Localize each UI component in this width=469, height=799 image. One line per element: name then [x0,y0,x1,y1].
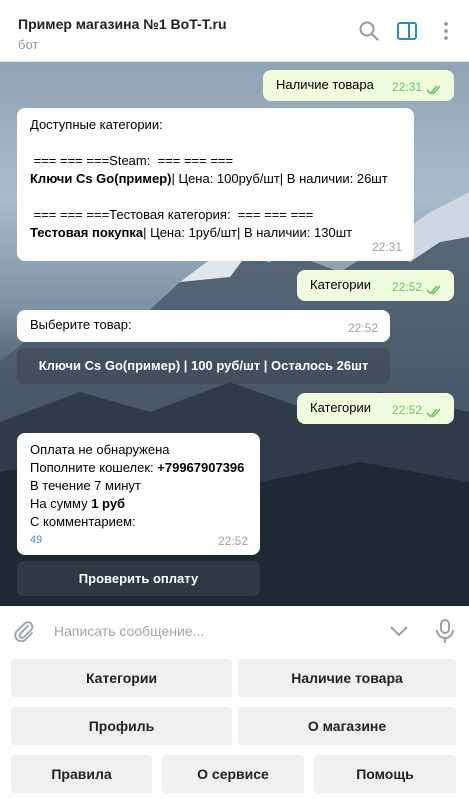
message-outgoing[interactable]: Наличие товара 22:31 [263,70,454,101]
keyboard-button-profile[interactable]: Профиль [11,707,232,745]
chat-history[interactable]: Наличие товара 22:31 Доступные категории… [0,62,469,606]
message-text: Наличие товара [276,77,374,92]
product-select-button[interactable]: Ключи Cs Go(пример) | 100 руб/шт | Остал… [17,348,390,384]
chat-header: Пример магазина №1 BoT-T.ru бот [0,0,469,62]
keyboard-button-rules[interactable]: Правила [11,755,152,793]
product-name: Тестовая покупка [30,225,144,240]
search-icon[interactable] [358,20,380,42]
product-name: Ключи Cs Go(пример) [30,171,172,186]
message-input[interactable]: Написать сообщение... [54,623,204,639]
chevron-down-icon[interactable] [388,622,410,640]
message-line: С комментарием: [30,514,136,529]
message-incoming[interactable]: Оплата не обнаружена Пополните кошелек: … [17,433,260,555]
keyboard-button-help[interactable]: Помощь [314,755,456,793]
message-text: Категории [310,277,371,292]
double-check-icon [426,285,441,295]
wallet-number: +79967907396 [157,460,245,475]
product-details: | Цена: 100руб/шт| В наличии: 26шт [171,171,388,186]
message-composer: Написать сообщение... [0,606,469,656]
chat-subtitle: бот [18,37,39,52]
double-check-icon [426,85,441,95]
message-outgoing[interactable]: Категории 22:52 [297,270,454,301]
chat-title[interactable]: Пример магазина №1 BoT-T.ru [18,16,227,32]
message-time: 22:52 [347,321,378,335]
message-time: 22:31 [371,240,402,254]
message-line: На сумму [30,496,92,511]
message-incoming[interactable]: Доступные категории: === === ===Steam: =… [17,108,414,261]
sidebar-toggle-icon[interactable] [396,20,418,42]
bot-keyboard: Категории Наличие товара Профиль О магаз… [0,656,469,799]
check-payment-button[interactable]: Проверить оплату [17,561,260,596]
message-line: Пополните кошелек: [30,460,158,475]
payment-comment: 49 [30,534,43,546]
keyboard-button-about-shop[interactable]: О магазине [238,707,456,745]
message-line: === === ===Тестовая категория: === === =… [30,207,314,222]
keyboard-button-about-service[interactable]: О сервисе [162,755,304,793]
message-line: Оплата не обнаружена [30,442,170,457]
double-check-icon [426,408,441,418]
message-line: === === ===Steam: === === === [30,153,234,168]
more-vertical-icon[interactable] [435,20,457,42]
message-time: 22:31 [391,80,422,94]
product-details: | Цена: 1руб/шт| В наличии: 130шт [143,225,353,240]
message-line: В течение 7 минут [30,478,141,493]
message-time: 22:52 [391,280,422,294]
message-text: Категории [310,400,371,415]
message-time: 22:52 [391,403,422,417]
message-time: 22:52 [217,534,248,548]
paperclip-icon[interactable] [12,620,36,644]
payment-amount: 1 руб [91,496,126,511]
telegram-window: Пример магазина №1 BoT-T.ru бот Наличие … [0,0,469,799]
message-line: Доступные категории: [30,117,163,132]
keyboard-button-stock[interactable]: Наличие товара [238,659,456,697]
keyboard-button-categories[interactable]: Категории [11,659,232,697]
message-outgoing[interactable]: Категории 22:52 [297,393,454,424]
message-incoming[interactable]: Выберите товар: 22:52 [17,310,390,342]
message-text: Выберите товар: [30,317,132,332]
microphone-icon[interactable] [433,618,457,644]
